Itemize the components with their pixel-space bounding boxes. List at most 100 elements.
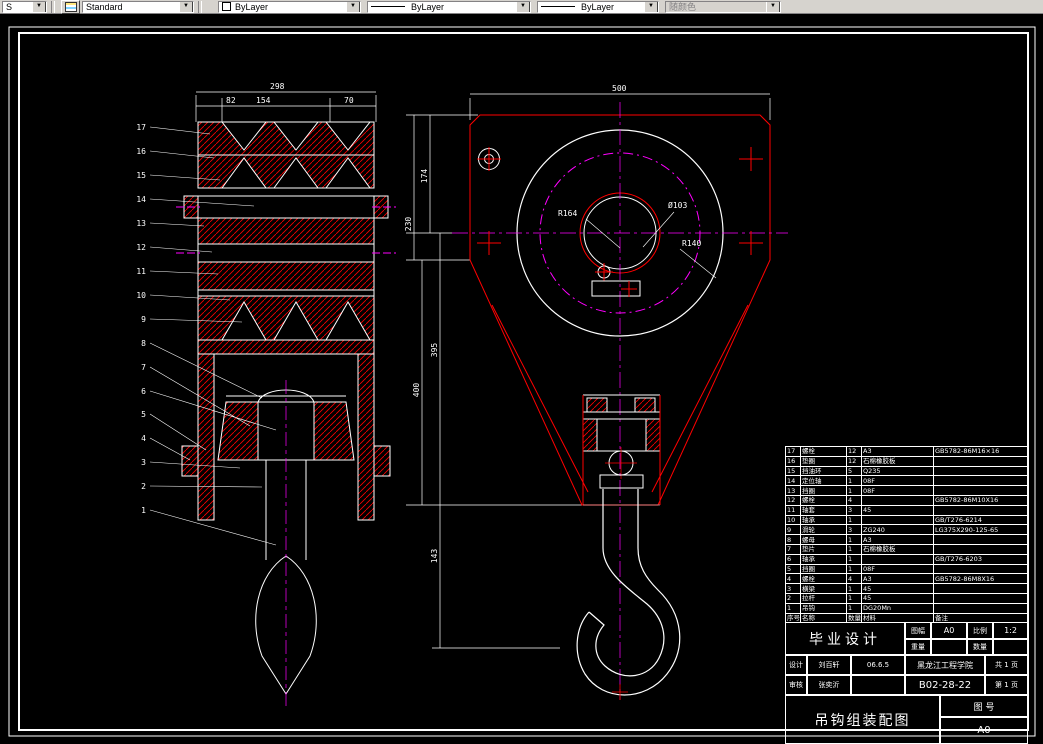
bom-cell-material: DG20Mn (861, 602, 934, 614)
bom-cell-qty: 1 (846, 583, 862, 594)
layers-icon (64, 1, 77, 12)
text-style-value: Standard (86, 1, 123, 12)
text-style-combo[interactable]: Standard ▼ (82, 0, 194, 13)
bom-cell-no: 8 (785, 534, 801, 545)
bom-table: 17 螺栓 12 A3 GB5782-86M16×16 16 垫圈 12 石棉橡… (785, 446, 1029, 624)
chevron-down-icon[interactable]: ▼ (644, 1, 658, 12)
bom-cell-name: 挡圈 (800, 485, 847, 496)
bom-cell-name: 横梁 (800, 583, 847, 594)
label-r140: R140 (682, 239, 701, 248)
chevron-down-icon[interactable]: ▼ (516, 1, 530, 12)
bom-cell-qty: 1 (846, 534, 862, 545)
bom-row: 9 滑轮 3 ZG240 LG375X290-125-65 (785, 524, 1029, 536)
callout-13: 13 (136, 219, 146, 228)
weight-label: 重量 (905, 639, 931, 655)
left-section-view: 298 82 154 70 17 16 15 14 13 12 11 10 9 … (136, 82, 396, 706)
bom-row: 8 螺母 1 A3 (785, 534, 1029, 545)
page-number: 第 1 页 (985, 675, 1028, 695)
bom-row: 15 挡油环 5 Q235 (785, 465, 1029, 477)
bom-cell-qty: 5 (846, 465, 862, 477)
bom-row: 10 轴承 1 GB/T276-6214 (785, 514, 1029, 526)
callout-4: 4 (141, 434, 146, 443)
dim-label-width: 500 (612, 84, 627, 93)
callout-12: 12 (136, 243, 146, 252)
bom-cell-qty: 1 (846, 485, 862, 496)
bom-cell-name: 垫片 (800, 543, 847, 555)
bom-cell-standard: LG375X290-125-65 (933, 524, 1029, 536)
callout-7: 7 (141, 363, 146, 372)
callout-11: 11 (136, 267, 146, 276)
figure-number-label: 图 号 (940, 695, 1028, 717)
bom-cell-name: 吊钩 (800, 602, 847, 614)
dim-label-143: 143 (430, 549, 439, 564)
scale-label: 比例 (967, 622, 993, 639)
layer-properties-button[interactable] (61, 0, 80, 14)
sheet-size-label: 图幅 (905, 622, 931, 639)
callout-10: 10 (136, 291, 146, 300)
bom-cell-qty: 1 (846, 553, 862, 565)
linetype-combo[interactable]: ByLayer ▼ (367, 0, 531, 13)
chevron-down-icon[interactable]: ▼ (766, 1, 780, 12)
right-dim-lines (406, 93, 771, 649)
label-d103: Ø103 (668, 200, 687, 210)
dim-label-395: 395 (430, 343, 439, 358)
bom-cell-material (861, 494, 934, 506)
bom-cell-no: 11 (785, 504, 801, 516)
designer-label: 设计 (785, 655, 807, 675)
bom-cell-material: A3 (861, 446, 934, 457)
callout-5: 5 (141, 410, 146, 419)
bom-cell-material: 08F (861, 475, 934, 487)
bom-cell-material: ZG240 (861, 524, 934, 536)
color-combo[interactable]: ByLayer ▼ (218, 0, 361, 13)
linetype-sample-icon (371, 6, 405, 7)
linetype-value: ByLayer (411, 1, 445, 12)
right-front-view: 500 174 230 395 400 143 R164 Ø103 R140 (404, 84, 788, 700)
bom-cell-qty: 1 (846, 563, 862, 575)
checker-name: 张奕沂 (807, 675, 851, 695)
drawing-title: 吊钩组装配图 (785, 695, 940, 744)
weight-value (931, 639, 967, 655)
chevron-down-icon[interactable]: ▼ (179, 1, 193, 12)
bom-cell-standard (933, 592, 1029, 604)
dim-label-174: 174 (420, 169, 429, 184)
bom-cell-material: 石棉橡胶板 (861, 455, 934, 467)
bom-row: 2 拉杆 1 45 (785, 592, 1029, 604)
bom-row: 12 螺栓 4 GB5782-86M10X16 (785, 494, 1029, 506)
bom-cell-material (861, 514, 934, 526)
chevron-down-icon[interactable]: ▼ (346, 1, 360, 12)
dim-label-overall: 298 (270, 82, 285, 91)
bom-cell-name: 螺栓 (800, 573, 847, 585)
figure-number-value: A0 (940, 717, 1028, 744)
bom-cell-standard: GB/T276-6214 (933, 514, 1029, 526)
bom-cell-standard: GB5782-86M10X16 (933, 494, 1029, 506)
plot-style-value: 随颜色 (669, 2, 697, 12)
sheave-block-top (197, 121, 375, 189)
callout-16: 16 (136, 147, 146, 156)
bom-cell-material: 石棉橡胶板 (861, 543, 934, 555)
bom-row: 1 吊钩 1 DG20Mn (785, 602, 1029, 614)
bom-cell-standard (933, 534, 1029, 545)
bom-cell-material: Q235 (861, 465, 934, 477)
dim-style-combo[interactable]: S ▼ (2, 0, 47, 13)
bom-cell-qty: 1 (846, 543, 862, 555)
bom-cell-name: 滑轮 (800, 524, 847, 536)
label-r164: R164 (558, 209, 577, 218)
school-name: 黑龙江工程学院 (905, 655, 985, 675)
bom-cell-name: 挡圈 (800, 563, 847, 575)
callout-6: 6 (141, 387, 146, 396)
hook-nut-section (217, 380, 355, 706)
bom-row: 3 横梁 1 45 (785, 583, 1029, 594)
pulley-circles (452, 102, 788, 700)
bom-cell-standard (933, 504, 1029, 516)
plot-style-combo[interactable]: 随颜色 ▼ (665, 0, 781, 13)
bom-cell-no: 1 (785, 602, 801, 614)
bom-cell-material: 45 (861, 592, 934, 604)
bom-row: 7 垫片 1 石棉橡胶板 (785, 543, 1029, 555)
lineweight-combo[interactable]: ByLayer ▼ (537, 0, 659, 13)
sheet-size-value: A0 (931, 622, 967, 639)
current-color-swatch (222, 2, 231, 11)
callout-9: 9 (141, 315, 146, 324)
bom-cell-material: 45 (861, 504, 934, 516)
chevron-down-icon[interactable]: ▼ (32, 1, 46, 12)
bom-cell-material (861, 553, 934, 565)
